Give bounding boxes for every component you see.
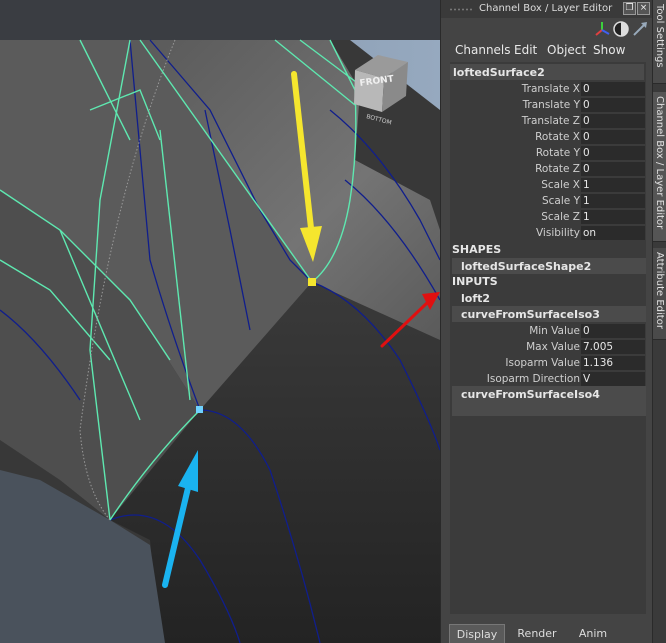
channel-label: Rotate Z [535, 163, 580, 175]
channel-row[interactable]: Rotate Z0 [450, 161, 646, 177]
transform-node-name[interactable]: loftedSurface2 [450, 64, 644, 80]
panel-title: Channel Box / Layer Editor [479, 3, 613, 14]
axis-gizmo-icon[interactable] [593, 20, 611, 38]
channel-box-panel: Channel Box / Layer Editor ❐ × Channels … [440, 0, 653, 643]
channel-label: Max Value [526, 341, 580, 353]
tab-anim[interactable]: Anim [569, 624, 617, 643]
channel-row[interactable]: Isoparm Direction V [450, 371, 646, 387]
tab-render[interactable]: Render [507, 624, 567, 643]
channel-value-field[interactable]: 0 [581, 146, 645, 160]
channel-label: Scale Y [541, 195, 580, 207]
channel-value-field[interactable]: 7.005 [581, 340, 645, 354]
channel-row[interactable]: Translate Z0 [450, 113, 646, 129]
tab-attribute-editor[interactable]: Attribute Editor [653, 248, 666, 340]
drag-grip-icon[interactable] [449, 8, 473, 11]
tab-display[interactable]: Display [449, 624, 505, 643]
channel-value-field[interactable]: 1 [581, 194, 645, 208]
input-node-curve-iso4[interactable]: curveFromSurfaceIso4 [452, 386, 646, 416]
menu-object[interactable]: Object [547, 43, 586, 57]
channel-value-field[interactable]: on [581, 226, 645, 240]
channel-row[interactable]: Scale Z1 [450, 209, 646, 225]
close-icon[interactable]: × [637, 2, 650, 15]
tab-attribute-editor-label: Attribute Editor [654, 252, 665, 329]
menu-edit[interactable]: Edit [514, 43, 537, 57]
channel-label: Rotate Y [535, 147, 580, 159]
shape-node-name[interactable]: loftedSurfaceShape2 [452, 258, 646, 274]
menu-channels[interactable]: Channels [455, 43, 511, 57]
channel-box-list: loftedSurface2 Translate X0 Translate Y0… [450, 62, 646, 614]
channel-value-field[interactable]: 0 [581, 82, 645, 96]
channel-box-icon-row [441, 18, 653, 40]
tab-channel-box-label: Channel Box / Layer Editor [654, 96, 665, 230]
display-mode-icon[interactable] [612, 20, 630, 38]
channel-label: Min Value [529, 325, 580, 337]
bottom-tab-bar: Display Render Anim [441, 622, 653, 643]
side-tab-strip: Tool Settings Channel Box / Layer Editor… [652, 0, 666, 643]
tab-channel-box[interactable]: Channel Box / Layer Editor [653, 92, 666, 242]
channel-label: Translate X [521, 83, 580, 95]
channel-row[interactable]: Rotate Y0 [450, 145, 646, 161]
channel-label: Scale X [541, 179, 580, 191]
selected-point-blue [196, 406, 203, 413]
channel-box-menubar: Channels Edit Object Show [441, 40, 653, 60]
float-window-icon[interactable]: ❐ [623, 2, 636, 15]
shapes-section-header: SHAPES [452, 243, 502, 256]
channel-label: Isoparm Value [505, 357, 580, 369]
input-node-loft[interactable]: loft2 [452, 290, 646, 306]
tab-tool-settings-label: Tool Settings [654, 4, 665, 68]
channel-value-field[interactable]: 0 [581, 114, 645, 128]
channel-value-field[interactable]: 0 [581, 98, 645, 112]
channel-value-field[interactable]: 0 [581, 130, 645, 144]
menu-show[interactable]: Show [593, 43, 625, 57]
channel-value-field[interactable]: 0 [581, 162, 645, 176]
channel-row[interactable]: Rotate X0 [450, 129, 646, 145]
channel-row[interactable]: Isoparm Value 1.136 [450, 355, 646, 371]
selected-point-yellow [308, 278, 316, 286]
channel-value-field[interactable]: 1.136 [581, 356, 645, 370]
channel-label: Isoparm Direction [486, 373, 580, 385]
channel-row[interactable]: Translate Y0 [450, 97, 646, 113]
channel-label: Rotate X [535, 131, 580, 143]
channel-row[interactable]: Translate X0 [450, 81, 646, 97]
channel-value-field[interactable]: 1 [581, 178, 645, 192]
channel-row[interactable]: Scale Y1 [450, 193, 646, 209]
channel-label: Scale Z [541, 211, 580, 223]
channel-value-field[interactable]: 1 [581, 210, 645, 224]
channel-label: Visibility [535, 227, 580, 239]
channel-row[interactable]: Max Value 7.005 [450, 339, 646, 355]
channel-value-field[interactable]: 0 [581, 324, 645, 338]
input-node-curve-iso3[interactable]: curveFromSurfaceIso3 [452, 306, 646, 322]
channel-label: Translate Y [522, 99, 580, 111]
channel-row[interactable]: Min Value 0 [450, 323, 646, 339]
panel-title-bar[interactable]: Channel Box / Layer Editor ❐ × [441, 0, 653, 18]
channel-row[interactable]: Scale X1 [450, 177, 646, 193]
manipulator-arrow-icon[interactable] [631, 20, 649, 38]
tab-tool-settings[interactable]: Tool Settings [653, 0, 666, 84]
inputs-section-header: INPUTS [452, 275, 498, 288]
channel-label: Translate Z [521, 115, 580, 127]
channel-value-field[interactable]: V [581, 372, 645, 386]
channel-row[interactable]: Visibility on [450, 225, 646, 241]
